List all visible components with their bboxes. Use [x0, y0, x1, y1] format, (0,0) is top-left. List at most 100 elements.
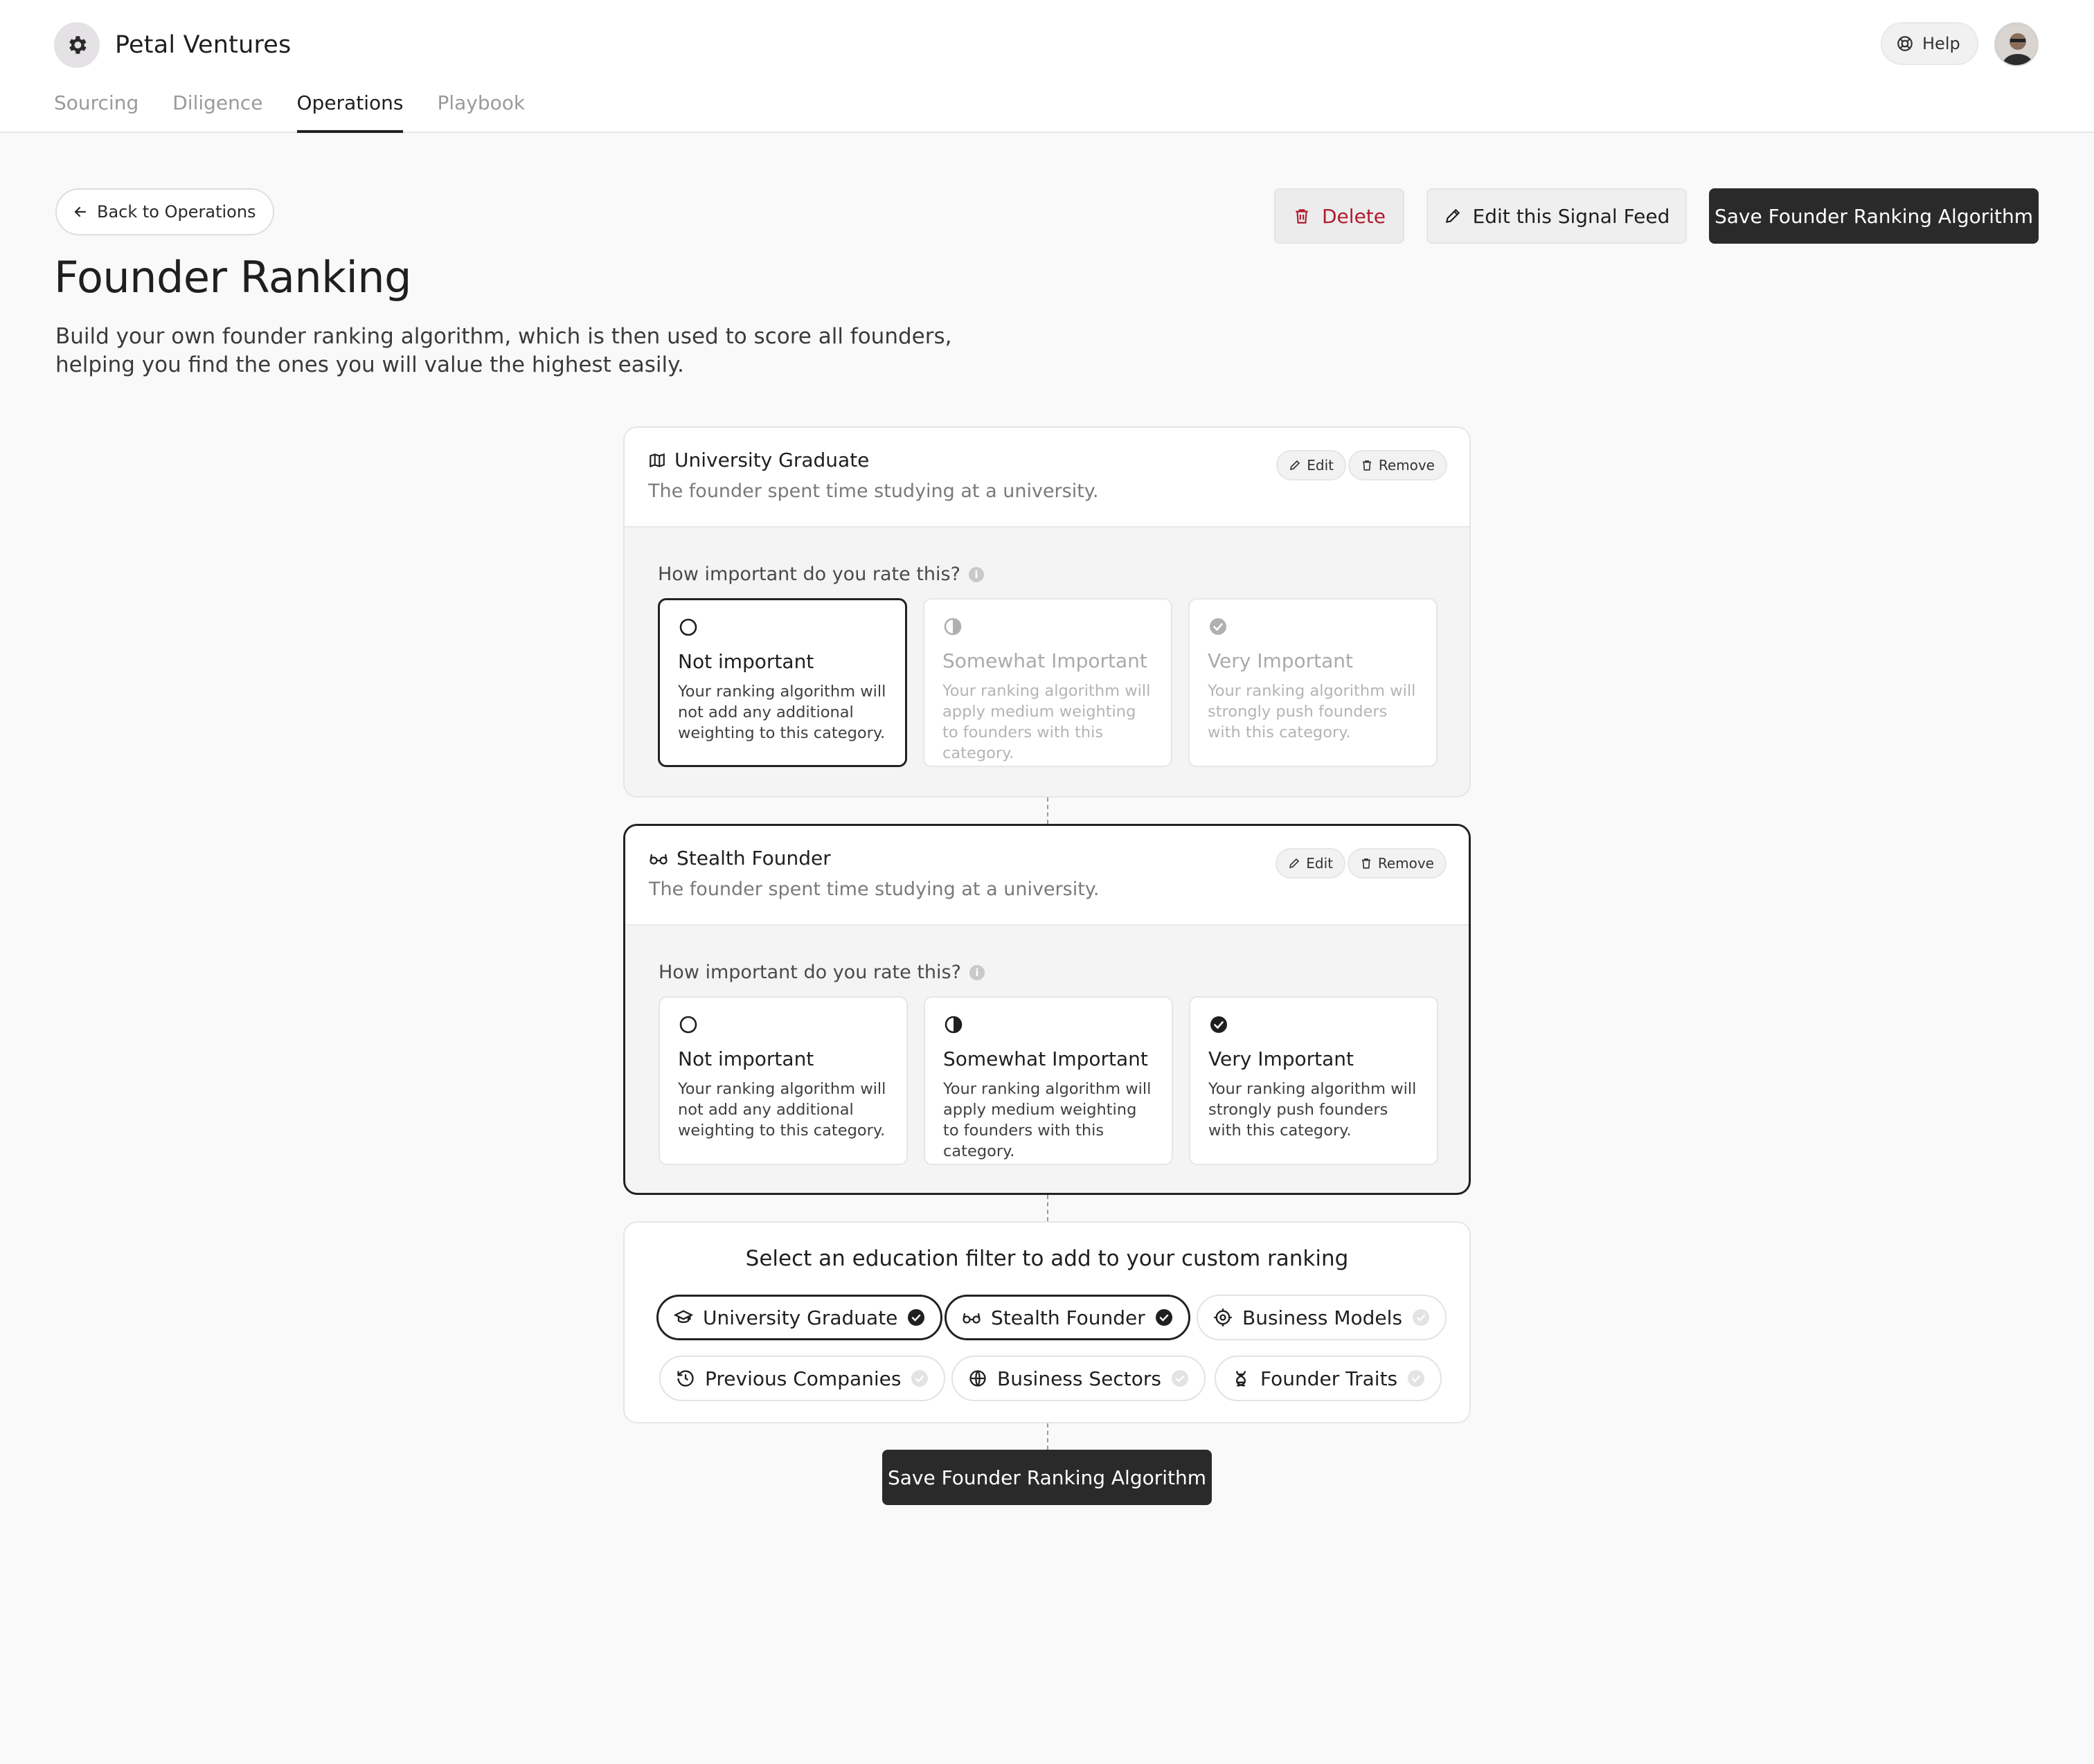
pencil-icon [1289, 459, 1301, 471]
gear-logo-icon [54, 22, 100, 68]
filter-label: Business Sectors [997, 1367, 1161, 1390]
filter-business-models[interactable]: Business Models [1197, 1295, 1447, 1340]
filter-label: Previous Companies [705, 1367, 902, 1390]
check-circle-icon [1171, 1369, 1189, 1387]
card-subtitle: The founder spent time studying at a uni… [648, 480, 1099, 502]
trash-icon [1293, 207, 1311, 225]
check-circle-icon [1208, 1014, 1229, 1035]
save-ranking-button-bottom[interactable]: Save Founder Ranking Algorithm [882, 1450, 1212, 1505]
check-circle-icon [911, 1369, 929, 1387]
edit-label: Edit [1307, 457, 1334, 474]
option-very-important[interactable]: Very Important Your ranking algorithm wi… [1188, 598, 1438, 767]
connector-line [1047, 798, 1048, 824]
ranking-card-university-graduate: University Graduate The founder spent ti… [623, 426, 1471, 798]
card-header: Stealth Founder The founder spent time s… [625, 826, 1469, 926]
card-title-text: University Graduate [674, 449, 870, 471]
delete-button[interactable]: Delete [1274, 188, 1404, 244]
check-circle-icon [1412, 1308, 1430, 1326]
card-title: Stealth Founder [649, 847, 831, 870]
remove-card-button[interactable]: Remove [1348, 450, 1447, 480]
filter-label: Business Models [1242, 1306, 1403, 1329]
option-very-important[interactable]: Very Important Your ranking algorithm wi… [1189, 996, 1438, 1165]
remove-card-button[interactable]: Remove [1347, 848, 1447, 879]
option-not-important[interactable]: Not important Your ranking algorithm wil… [658, 598, 907, 767]
lifebuoy-icon [1896, 35, 1914, 53]
question-text: How important do you rate this? [658, 564, 960, 585]
back-to-operations-button[interactable]: Back to Operations [55, 188, 274, 235]
option-not-important[interactable]: Not important Your ranking algorithm wil… [659, 996, 908, 1165]
connector-line [1047, 1423, 1048, 1450]
help-label: Help [1922, 34, 1960, 53]
save-ranking-button-top[interactable]: Save Founder Ranking Algorithm [1709, 188, 2039, 244]
half-circle-icon [943, 1014, 964, 1035]
info-icon[interactable]: i [968, 566, 984, 582]
option-title: Very Important [1208, 1047, 1354, 1070]
pencil-icon [1288, 857, 1300, 870]
option-description: Your ranking algorithm will apply medium… [942, 682, 1151, 762]
option-somewhat-important[interactable]: Somewhat Important Your ranking algorith… [923, 598, 1172, 767]
tab-sourcing[interactable]: Sourcing [54, 91, 138, 133]
info-icon[interactable]: i [969, 964, 985, 980]
half-circle-icon [942, 616, 963, 637]
filter-business-sectors[interactable]: Business Sectors [951, 1356, 1206, 1401]
check-circle-icon [1155, 1308, 1173, 1326]
filter-previous-companies[interactable]: Previous Companies [659, 1356, 946, 1401]
edit-label: Edit [1306, 855, 1333, 872]
trash-icon [1360, 857, 1372, 870]
remove-label: Remove [1378, 457, 1435, 474]
delete-label: Delete [1322, 204, 1386, 228]
target-icon [1213, 1308, 1233, 1327]
trash-icon [1361, 459, 1373, 471]
tab-playbook[interactable]: Playbook [437, 91, 525, 133]
connector-line [1047, 1195, 1048, 1221]
question-text: How important do you rate this? [659, 962, 961, 983]
edit-card-button[interactable]: Edit [1276, 450, 1346, 480]
main-nav: Sourcing Diligence Operations Playbook [54, 91, 525, 133]
card-header: University Graduate The founder spent ti… [625, 428, 1469, 528]
top-bar: Petal Ventures Sourcing Diligence Operat… [0, 0, 2094, 133]
brand[interactable]: Petal Ventures [54, 22, 291, 68]
filter-university-graduate[interactable]: University Graduate [656, 1295, 943, 1340]
arrow-left-icon [72, 204, 89, 220]
page-description: Build your own founder ranking algorithm… [55, 324, 952, 377]
page-title: Founder Ranking [54, 252, 411, 303]
history-icon [676, 1369, 695, 1388]
option-description: Your ranking algorithm will not add any … [678, 683, 886, 742]
option-title: Somewhat Important [942, 649, 1147, 672]
graduation-cap-icon [674, 1308, 693, 1327]
back-label: Back to Operations [97, 202, 256, 222]
dna-icon [1231, 1369, 1251, 1388]
option-title: Not important [678, 1047, 814, 1070]
glasses-icon [649, 849, 668, 867]
importance-question: How important do you rate this? i [659, 962, 985, 983]
circle-outline-icon [678, 1014, 699, 1035]
filter-stealth-founder[interactable]: Stealth Founder [945, 1295, 1190, 1340]
map-icon [648, 451, 666, 469]
brand-name: Petal Ventures [115, 31, 292, 59]
option-title: Not important [678, 650, 814, 673]
globe-icon [968, 1369, 987, 1388]
filter-label: University Graduate [703, 1306, 898, 1329]
card-title: University Graduate [648, 449, 869, 471]
check-circle-icon [1407, 1369, 1425, 1387]
tab-diligence[interactable]: Diligence [172, 91, 262, 133]
filter-label: Founder Traits [1260, 1367, 1398, 1390]
option-description: Your ranking algorithm will not add any … [678, 1080, 886, 1140]
circle-outline-icon [678, 617, 699, 638]
edit-card-button[interactable]: Edit [1276, 848, 1345, 879]
remove-label: Remove [1377, 855, 1434, 872]
option-description: Your ranking algorithm will strongly pus… [1208, 1080, 1417, 1140]
filter-label: Stealth Founder [991, 1306, 1145, 1329]
option-somewhat-important[interactable]: Somewhat Important Your ranking algorith… [924, 996, 1173, 1165]
filter-founder-traits[interactable]: Founder Traits [1215, 1356, 1442, 1401]
card-subtitle: The founder spent time studying at a uni… [649, 879, 1100, 900]
pencil-icon [1444, 207, 1462, 225]
option-description: Your ranking algorithm will apply medium… [943, 1080, 1152, 1160]
avatar[interactable] [1994, 22, 2039, 66]
edit-signal-feed-button[interactable]: Edit this Signal Feed [1426, 188, 1687, 244]
education-filter-panel: Select an education filter to add to you… [623, 1221, 1471, 1423]
tab-operations[interactable]: Operations [296, 91, 403, 133]
glasses-icon [962, 1308, 981, 1326]
card-title-text: Stealth Founder [677, 847, 831, 870]
help-button[interactable]: Help [1881, 22, 1978, 65]
